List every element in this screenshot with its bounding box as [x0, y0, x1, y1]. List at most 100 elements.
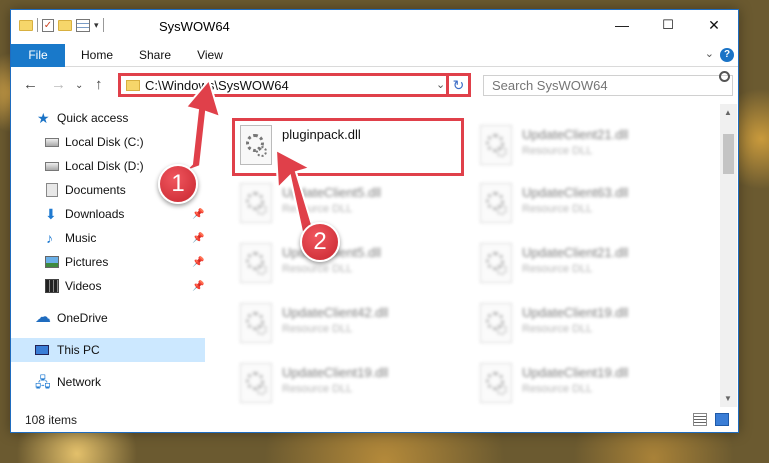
- dll-file-icon: [240, 243, 272, 283]
- pin-icon[interactable]: 📌: [192, 209, 204, 220]
- file-type: Resource DLL: [522, 323, 593, 335]
- search-icon[interactable]: [719, 71, 730, 82]
- file-tile[interactable]: UpdateClient5.dll Resource DLL: [236, 239, 466, 295]
- address-dropdown-icon[interactable]: ⌄: [436, 78, 445, 91]
- sidebar-item-label: Music: [65, 231, 97, 245]
- file-tile[interactable]: UpdateClient63.dll Resource DLL: [476, 179, 706, 235]
- new-folder-icon[interactable]: [58, 19, 72, 31]
- back-arrow-icon[interactable]: ←: [23, 76, 38, 93]
- sidebar-item-network[interactable]: 🖧 Network: [11, 370, 205, 394]
- search-input[interactable]: [483, 75, 733, 96]
- file-name: UpdateClient21.dll: [522, 127, 629, 142]
- sidebar-item-downloads[interactable]: ⬇ Downloads 📌: [11, 202, 205, 226]
- sidebar-item-this-pc[interactable]: This PC: [11, 338, 205, 362]
- title-bar: ✓ ▾ SysWOW64 — ☐ ✕: [11, 10, 738, 44]
- cloud-icon: ☁: [35, 309, 51, 326]
- sidebar-item-label: OneDrive: [57, 311, 108, 325]
- file-name: UpdateClient19.dll: [522, 365, 629, 380]
- large-icons-view-icon[interactable]: [715, 413, 729, 426]
- properties-check-icon[interactable]: ✓: [42, 18, 54, 32]
- scroll-up-icon[interactable]: ▲: [724, 108, 732, 117]
- file-type: Resource DLL: [522, 263, 593, 275]
- item-count: 108 items: [25, 413, 78, 427]
- file-name: UpdateClient19.dll: [282, 365, 389, 380]
- refresh-button[interactable]: ↻: [446, 73, 471, 97]
- file-highlight-box: [232, 118, 464, 176]
- folder-icon: [126, 80, 140, 91]
- ribbon-expand-icon[interactable]: ⌄: [705, 47, 714, 60]
- star-icon: ★: [37, 110, 50, 126]
- file-list: pluginpack.dll UpdateClient21.dll Resour…: [206, 104, 720, 407]
- up-arrow-icon[interactable]: ↑: [95, 76, 103, 93]
- address-path[interactable]: C:\Windows\SysWOW64: [145, 78, 289, 93]
- chevron-down-icon[interactable]: ▾: [94, 20, 99, 31]
- pin-icon[interactable]: 📌: [192, 257, 204, 268]
- sidebar-item-label: Pictures: [65, 255, 109, 269]
- sidebar-item-label: Local Disk (D:): [65, 159, 144, 173]
- sidebar-item-music[interactable]: ♪ Music 📌: [11, 226, 205, 250]
- scroll-down-icon[interactable]: ▼: [724, 394, 732, 403]
- dll-file-icon: [240, 363, 272, 403]
- tab-view[interactable]: View: [187, 44, 233, 67]
- toolbar-separator: [37, 18, 38, 32]
- pictures-icon: [45, 256, 59, 268]
- file-name: UpdateClient63.dll: [522, 185, 629, 200]
- file-type: Resource DLL: [282, 263, 353, 275]
- pin-icon[interactable]: 📌: [192, 281, 204, 292]
- recent-locations-chevron-icon[interactable]: ⌄: [75, 80, 83, 91]
- dll-file-icon: [240, 303, 272, 343]
- sidebar-item-label: Documents: [65, 183, 126, 197]
- dll-file-icon: [240, 183, 272, 223]
- dll-file-icon: [480, 183, 512, 223]
- vertical-scrollbar[interactable]: ▲ ▼: [720, 104, 737, 407]
- tab-share[interactable]: Share: [131, 44, 179, 67]
- maximize-button[interactable]: ☐: [645, 10, 691, 40]
- file-name: UpdateClient21.dll: [522, 245, 629, 260]
- folder-icon: [19, 19, 33, 31]
- minimize-button[interactable]: —: [599, 10, 645, 40]
- forward-arrow-icon[interactable]: →: [51, 76, 66, 93]
- quick-access-toolbar: ✓ ▾: [19, 18, 104, 32]
- file-name: UpdateClient19.dll: [522, 305, 629, 320]
- close-button[interactable]: ✕: [691, 10, 737, 40]
- file-type: Resource DLL: [282, 323, 353, 335]
- file-tile[interactable]: UpdateClient21.dll Resource DLL: [476, 239, 706, 295]
- file-tile[interactable]: UpdateClient19.dll Resource DLL: [476, 299, 706, 355]
- sidebar-item-quick-access[interactable]: ★ Quick access: [11, 106, 205, 130]
- address-bar[interactable]: C:\Windows\SysWOW64 ⌄ ↻: [118, 73, 471, 97]
- file-tile[interactable]: UpdateClient5.dll Resource DLL: [236, 179, 466, 235]
- toolbar-separator: [102, 18, 104, 32]
- disk-icon: [45, 162, 59, 171]
- sidebar-item-label: Network: [57, 375, 102, 389]
- music-icon: ♪: [46, 230, 53, 246]
- dll-file-icon: [480, 363, 512, 403]
- file-type: Resource DLL: [522, 383, 593, 395]
- sidebar-item-label: Videos: [65, 279, 102, 293]
- file-name: UpdateClient42.dll: [282, 305, 389, 320]
- file-tile[interactable]: UpdateClient42.dll Resource DLL: [236, 299, 466, 355]
- file-explorer-window: ✓ ▾ SysWOW64 — ☐ ✕ File Home Share View …: [10, 9, 739, 433]
- dll-file-icon: [480, 243, 512, 283]
- sidebar-item-label: This PC: [57, 343, 100, 357]
- computer-icon: [35, 345, 49, 355]
- sidebar-item-onedrive[interactable]: ☁ OneDrive: [11, 306, 205, 330]
- downloads-icon: ⬇: [45, 206, 57, 222]
- status-bar: 108 items: [11, 408, 738, 432]
- help-icon[interactable]: ?: [720, 48, 734, 62]
- pin-icon[interactable]: 📌: [192, 233, 204, 244]
- file-tile[interactable]: UpdateClient19.dll Resource DLL: [236, 359, 466, 407]
- tab-file[interactable]: File: [11, 44, 65, 67]
- properties-icon[interactable]: [76, 18, 90, 32]
- sidebar-item-pictures[interactable]: Pictures 📌: [11, 250, 205, 274]
- file-tile[interactable]: UpdateClient21.dll Resource DLL: [476, 121, 706, 177]
- dll-file-icon: [480, 125, 512, 165]
- details-view-icon[interactable]: [693, 413, 707, 426]
- dll-file-icon: [480, 303, 512, 343]
- file-tile[interactable]: UpdateClient19.dll Resource DLL: [476, 359, 706, 407]
- sidebar-item-local-disk-c[interactable]: Local Disk (C:): [11, 130, 205, 154]
- sidebar-item-label: Downloads: [65, 207, 125, 221]
- tab-home[interactable]: Home: [73, 44, 121, 67]
- documents-icon: [46, 183, 58, 197]
- scrollbar-thumb[interactable]: [723, 134, 734, 174]
- sidebar-item-videos[interactable]: Videos 📌: [11, 274, 205, 298]
